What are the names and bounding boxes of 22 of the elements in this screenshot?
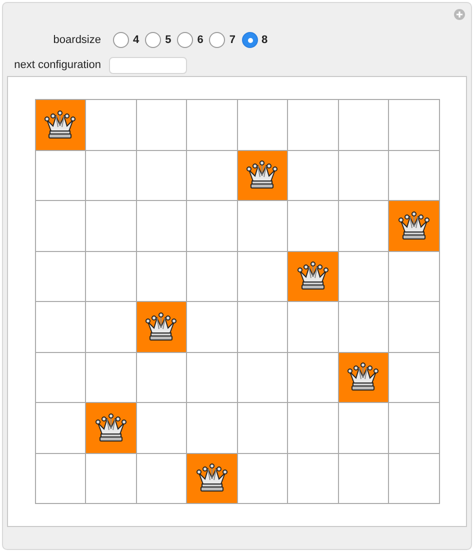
queen-icon <box>42 108 78 141</box>
queen-icon <box>92 412 129 444</box>
next-configuration-label: next configuration <box>13 59 101 71</box>
queen-icon <box>194 462 230 494</box>
radio-label: 7 <box>229 34 236 46</box>
radio-button[interactable] <box>145 32 162 48</box>
radio-label: 8 <box>262 34 268 46</box>
queen-icon <box>244 159 280 192</box>
queen-icon <box>294 260 331 292</box>
plus-icon[interactable] <box>454 9 465 20</box>
radio-button[interactable] <box>177 32 194 48</box>
queen-icon <box>143 310 180 343</box>
radio-label: 5 <box>165 34 172 46</box>
next-configuration-button[interactable] <box>109 56 187 74</box>
queen-icon <box>396 210 432 242</box>
radio-button[interactable] <box>113 32 129 48</box>
radio-button[interactable] <box>209 32 226 48</box>
queen-icon <box>345 361 382 394</box>
radio-button[interactable] <box>242 32 258 48</box>
boardsize-label: boardsize <box>52 34 101 46</box>
radio-label: 4 <box>133 34 140 46</box>
radio-label: 6 <box>197 34 204 46</box>
